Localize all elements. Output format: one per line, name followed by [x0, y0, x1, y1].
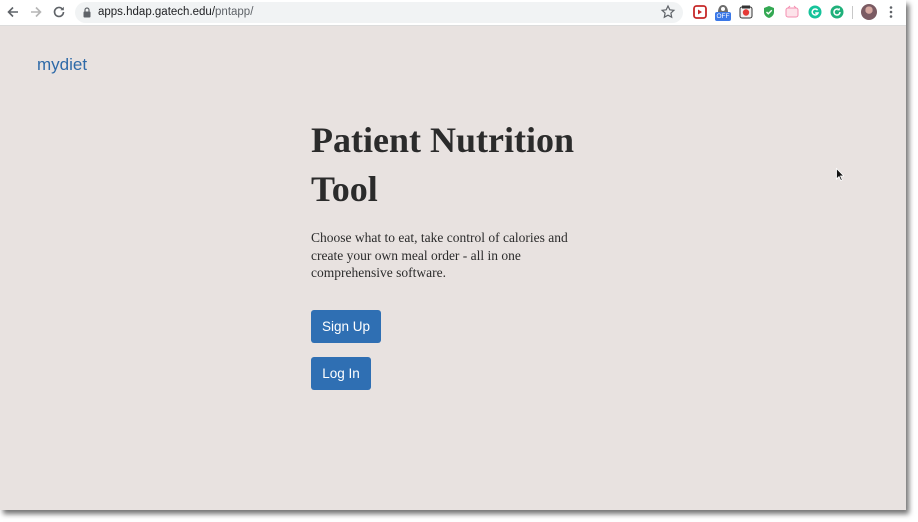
grammarly-extension-icon[interactable]	[808, 5, 822, 19]
page-title-line-1: Patient Nutrition	[311, 120, 574, 160]
address-bar[interactable]: apps.hdap.gatech.edu/pntapp/	[75, 2, 683, 23]
page-title: Patient Nutrition Tool	[311, 116, 611, 214]
mouse-cursor-icon	[836, 168, 844, 181]
url-path: pntapp/	[215, 6, 254, 18]
kebab-menu-icon[interactable]	[885, 4, 897, 20]
toolbar-divider	[852, 6, 853, 19]
log-in-button[interactable]: Log In	[311, 357, 371, 390]
bookmark-star-icon[interactable]	[660, 4, 676, 20]
off-badge: OFF	[715, 12, 731, 21]
reload-icon[interactable]	[50, 3, 68, 21]
page-title-line-2: Tool	[311, 169, 378, 209]
colorful-extension-icon[interactable]	[739, 5, 753, 19]
pink-extension-icon[interactable]	[785, 5, 799, 19]
hero-description: Choose what to eat, take control of calo…	[311, 230, 568, 280]
url-host: apps.hdap.gatech.edu/	[98, 6, 216, 18]
brand-logo[interactable]: mydiet	[37, 55, 87, 75]
forward-arrow-icon[interactable]	[27, 3, 45, 21]
off-badge-extension-icon[interactable]: OFF	[715, 3, 731, 21]
lock-icon	[83, 7, 91, 18]
browser-toolbar: apps.hdap.gatech.edu/pntapp/ OFF	[0, 0, 906, 26]
red-extension-icon[interactable]	[693, 5, 707, 19]
url-text[interactable]: apps.hdap.gatech.edu/pntapp/	[98, 2, 253, 23]
back-arrow-icon[interactable]	[4, 3, 22, 21]
profile-avatar[interactable]	[861, 4, 877, 20]
browser-window: apps.hdap.gatech.edu/pntapp/ OFF mydiet …	[0, 0, 906, 510]
sign-up-button[interactable]: Sign Up	[311, 310, 381, 343]
green-refresh-extension-icon[interactable]	[830, 5, 844, 19]
green-shield-extension-icon[interactable]	[762, 5, 776, 19]
